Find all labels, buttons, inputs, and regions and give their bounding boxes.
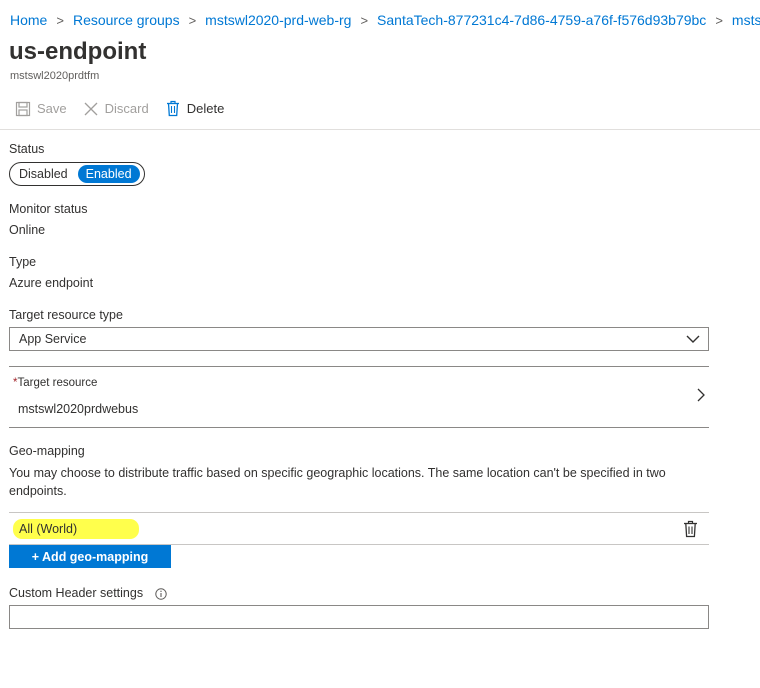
save-label: Save: [37, 101, 67, 116]
page-title: us-endpoint: [9, 38, 147, 65]
breadcrumb-resource-group-link[interactable]: mstswl2020-prd-web-rg: [205, 12, 351, 28]
status-toggle[interactable]: Disabled Enabled: [9, 162, 145, 186]
chevron-down-icon: [686, 335, 700, 343]
geo-mapping-row: All (World): [9, 512, 709, 545]
close-icon: [84, 102, 98, 115]
monitor-status-label: Monitor status: [9, 202, 88, 216]
target-resource-type-dropdown[interactable]: App Service: [9, 327, 709, 351]
chevron-right-icon: [697, 388, 705, 402]
target-resource-type-label: Target resource type: [9, 308, 123, 322]
target-resource-picker[interactable]: *Target resource mstswl2020prdwebus: [9, 366, 709, 428]
breadcrumb-truncated-link[interactable]: mstswl2: [732, 12, 760, 28]
custom-header-settings-input[interactable]: [9, 605, 709, 629]
chevron-right-icon: >: [56, 13, 64, 28]
breadcrumb-profile-link[interactable]: SantaTech-877231c4-7d86-4759-a76f-f576d9…: [377, 12, 706, 28]
save-button[interactable]: Save: [15, 101, 67, 117]
breadcrumb: Home > Resource groups > mstswl2020-prd-web-…: [10, 12, 760, 28]
status-option-enabled[interactable]: Enabled: [77, 165, 140, 183]
target-resource-label: *Target resource: [13, 377, 97, 389]
chevron-right-icon: >: [188, 13, 197, 28]
geo-mapping-entry: All (World): [19, 522, 78, 536]
geo-mapping-description: You may choose to distribute traffic bas…: [9, 466, 666, 498]
delete-label: Delete: [186, 101, 225, 116]
custom-header-settings-label-text: Custom Header settings: [9, 586, 144, 600]
type-label: Type: [9, 255, 37, 269]
discard-label: Discard: [104, 101, 149, 116]
target-resource-label-text: Target resource: [17, 377, 98, 389]
breadcrumb-resource-groups-link[interactable]: Resource groups: [73, 12, 180, 28]
delete-geo-mapping-icon[interactable]: [683, 520, 698, 538]
type-value: Azure endpoint: [9, 276, 94, 290]
chevron-right-icon: >: [715, 13, 723, 28]
info-icon[interactable]: [154, 588, 167, 600]
breadcrumb-home-link[interactable]: Home: [10, 12, 47, 28]
target-resource-value: mstswl2020prdwebus: [18, 402, 139, 416]
command-bar: Save Discard Delete: [15, 100, 240, 117]
monitor-status-value: Online: [9, 223, 46, 237]
delete-button[interactable]: Delete: [165, 100, 225, 117]
discard-button[interactable]: Discard: [83, 101, 149, 117]
target-resource-type-value: App Service: [19, 332, 87, 346]
page-subtitle: mstswl2020prdtfm: [10, 70, 100, 82]
add-geo-mapping-button[interactable]: + Add geo-mapping: [9, 545, 171, 568]
save-icon: [15, 101, 31, 116]
custom-header-settings-label: Custom Header settings: [9, 586, 167, 600]
status-option-disabled[interactable]: Disabled: [10, 167, 77, 181]
geo-mapping-label: Geo-mapping: [9, 444, 85, 458]
trash-icon: [166, 100, 179, 117]
status-label: Status: [9, 142, 45, 156]
toolbar-divider: [0, 129, 760, 130]
chevron-right-icon: >: [360, 13, 369, 28]
